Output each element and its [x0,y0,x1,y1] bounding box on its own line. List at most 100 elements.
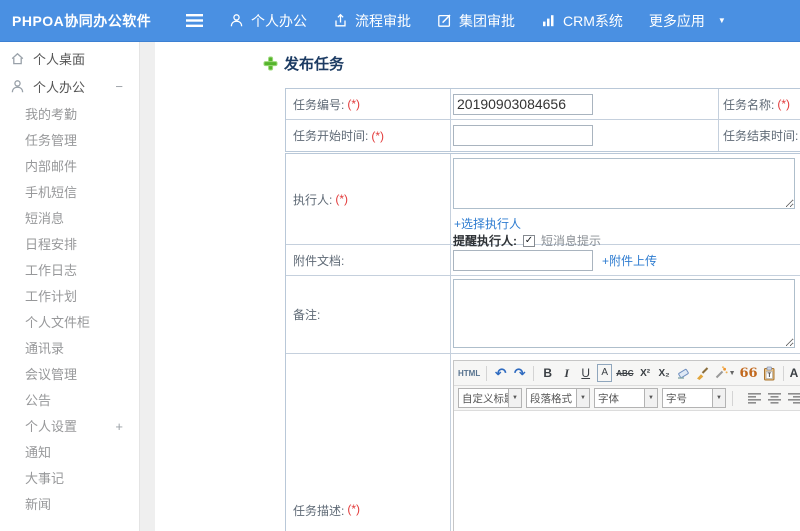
edit-square-icon [438,14,451,27]
hamburger-icon [186,14,203,27]
sidebar-item-work-log[interactable]: 工作日志 [0,258,139,284]
font-color-button[interactable]: A ▼ [790,364,800,382]
end-time-label-cell: 任务结束时间: (*) [723,129,799,143]
font-family-dropdown[interactable]: 字体 ▼ [594,388,658,408]
remark-label-cell: 备注: [286,276,451,353]
superscript-button[interactable]: X² [638,364,653,382]
auto-typeset-wand-icon[interactable]: ▼ [714,364,736,382]
task-number-label-cell: 任务编号: (*) [286,89,451,119]
required-mark: (*) [371,128,385,143]
underline-button[interactable]: U [578,364,593,382]
sidebar-item-task-management[interactable]: 任务管理 [0,128,139,154]
sidebar-item-mobile-sms[interactable]: 手机短信 [0,180,139,206]
user-icon [230,14,243,27]
start-time-cell [451,120,719,151]
page-title-text: 发布任务 [284,56,345,73]
align-left-icon[interactable] [747,391,762,406]
attachment-input[interactable] [453,249,593,271]
start-time-label-cell: 任务开始时间: (*) [286,120,451,151]
sidebar-item-short-message[interactable]: 短消息 [0,206,139,232]
nav-personal-office[interactable]: 个人办公 [229,11,307,31]
task-number-cell [451,89,719,119]
undo-icon[interactable]: ↶ [493,364,508,382]
collapse-minus-icon[interactable]: − [115,72,123,100]
toolbar-separator [486,365,488,381]
required-mark: (*) [347,97,361,111]
html-source-button[interactable]: HTML [458,364,480,382]
caret-down-icon: ▼ [576,389,589,407]
bold-button[interactable]: B [540,364,555,382]
bar-chart-icon [543,15,554,27]
caret-down-icon: ▼ [644,389,657,407]
format-brush-icon[interactable] [695,364,710,382]
char-border-button[interactable]: A [597,364,613,382]
sidebar-item-meeting-management[interactable]: 会议管理 [0,362,139,388]
choose-executor-link[interactable]: +选择执行人 [454,215,521,232]
nav-more-apps[interactable]: 更多应用 ▼ [649,11,726,31]
sidebar-item-work-plan[interactable]: 工作计划 [0,284,139,310]
add-plus-icon [263,56,278,71]
expand-plus-icon[interactable]: + [115,414,123,440]
user-icon [11,79,24,92]
task-detail-table: 执行人: (*) +选择执行人 提醒执行人: ✓ 短消息提示 附件文档: +附件… [285,153,800,531]
executor-textarea[interactable] [453,158,795,209]
executor-label-cell: 执行人: (*) [286,154,451,244]
paragraph-format-dropdown[interactable]: 段落格式 ▼ [526,388,590,408]
task-name-label-cell: 任务名称: (*) [723,97,791,112]
sidebar-item-announcement[interactable]: 公告 [0,388,139,414]
sidebar-item-memorabilia[interactable]: 大事记 [0,466,139,492]
editor-toolbar-row1: HTML ↶ ↷ B I U A ABC X² X₂ ▼ 66 T A [454,361,800,386]
required-mark: (*) [347,502,361,516]
sidebar-item-schedule[interactable]: 日程安排 [0,232,139,258]
toolbar-separator [533,365,535,381]
sidebar-item-contacts[interactable]: 通讯录 [0,336,139,362]
blockquote-button[interactable]: 66 [740,364,758,382]
align-right-icon[interactable] [787,391,800,406]
sidebar-item-personal-desktop[interactable]: 个人桌面 [0,44,139,72]
nav-crm[interactable]: CRM系统 [541,11,623,31]
task-number-input[interactable] [453,93,593,115]
page-title: 发布任务 [263,53,344,74]
executor-cell: +选择执行人 提醒执行人: ✓ 短消息提示 [451,154,800,248]
nav-group-approval[interactable]: 集团审批 [437,11,515,31]
strikethrough-button[interactable]: ABC [616,364,633,382]
start-time-input[interactable] [453,125,593,146]
sidebar-item-attendance[interactable]: 我的考勤 [0,102,139,128]
redo-icon[interactable]: ↷ [512,364,527,382]
subscript-button[interactable]: X₂ [657,364,672,382]
paste-text-icon[interactable]: T [762,364,777,382]
attachment-cell: +附件上传 [451,245,800,275]
sidebar: 个人桌面 个人办公 − 我的考勤 任务管理 内部邮件 手机短信 短消息 日程安排… [0,42,140,531]
sidebar-item-internal-mail[interactable]: 内部邮件 [0,154,139,180]
eraser-icon[interactable] [676,364,691,382]
align-center-icon[interactable] [767,391,782,406]
editor-toolbar-row2: 自定义标题 ▼ 段落格式 ▼ 字体 ▼ 字号 ▼ [454,386,800,411]
attachment-upload-link[interactable]: +附件上传 [602,252,657,269]
sidebar-item-news[interactable]: 新闻 [0,492,139,518]
italic-button[interactable]: I [559,364,574,382]
home-icon [11,52,24,64]
hamburger-menu-icon[interactable] [186,13,203,28]
sidebar-item-personal-office[interactable]: 个人办公 − [0,72,139,100]
caret-down-icon: ▼ [717,16,726,25]
rich-text-editor: HTML ↶ ↷ B I U A ABC X² X₂ ▼ 66 T A 自定义标… [453,360,800,531]
nav-workflow-approval[interactable]: 流程审批 [333,11,411,31]
description-cell: HTML ↶ ↷ B I U A ABC X² X₂ ▼ 66 T A 自定义标… [451,354,800,531]
required-mark: (*) [777,97,791,111]
flow-approval-icon [335,13,346,27]
sidebar-item-personal-settings[interactable]: 个人设置 + [0,414,139,440]
remark-cell [451,276,800,353]
sidebar-item-notice[interactable]: 通知 [0,440,139,466]
svg-text:T: T [768,373,772,379]
top-navbar: PHPOA协同办公软件 个人办公 流程审批 集团审批 CRM系统 更多应用 ▼ [0,0,800,42]
sidebar-item-file-cabinet[interactable]: 个人文件柜 [0,310,139,336]
editor-content[interactable] [454,411,800,531]
app-window: PHPOA协同办公软件 个人办公 流程审批 集团审批 CRM系统 更多应用 ▼ … [0,0,800,531]
caret-down-icon: ▼ [508,389,521,407]
app-logo: PHPOA协同办公软件 [12,12,152,29]
remark-textarea[interactable] [453,279,795,348]
custom-title-dropdown[interactable]: 自定义标题 ▼ [458,388,522,408]
font-size-dropdown[interactable]: 字号 ▼ [662,388,726,408]
toolbar-separator [732,390,733,406]
alignment-buttons [747,391,800,406]
